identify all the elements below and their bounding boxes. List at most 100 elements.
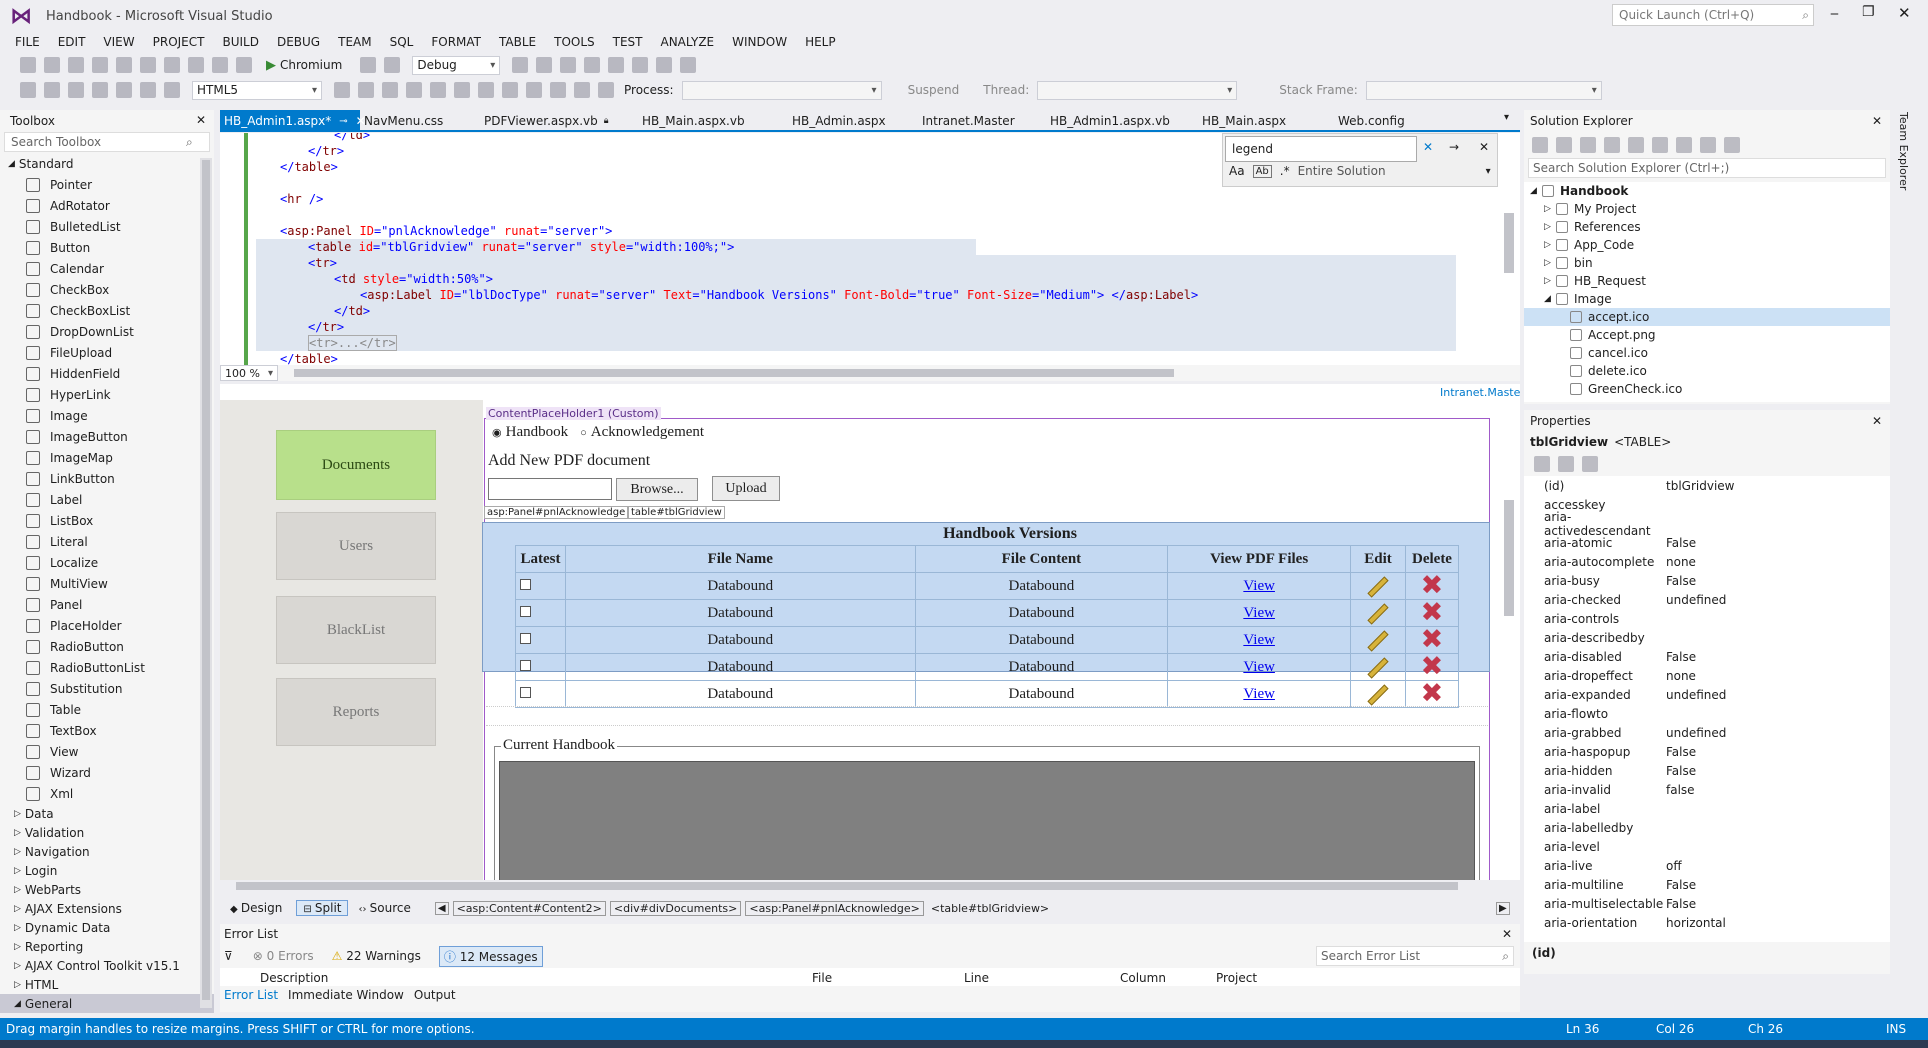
maximize-button[interactable]: ❐: [1862, 4, 1875, 20]
expand-icon[interactable]: ▷: [1544, 240, 1556, 250]
toolbox-item[interactable]: View: [0, 741, 214, 762]
col-description[interactable]: Description: [260, 971, 328, 985]
expand-icon[interactable]: ▷: [1544, 222, 1556, 232]
property-value[interactable]: False: [1666, 650, 1696, 664]
toolbox-group[interactable]: ▷ Data: [0, 804, 214, 823]
source-view-button[interactable]: ‹› Source: [358, 901, 410, 915]
categorized-icon[interactable]: [1534, 456, 1550, 472]
align10-icon[interactable]: [550, 82, 566, 98]
property-row[interactable]: aria-multiselectable False: [1524, 894, 1890, 913]
align3-icon[interactable]: [382, 82, 398, 98]
latest-checkbox[interactable]: [520, 605, 531, 617]
refresh-icon[interactable]: [1628, 137, 1644, 153]
nav-reports[interactable]: Reports: [276, 678, 436, 746]
col-column[interactable]: Column: [1120, 971, 1166, 985]
property-value[interactable]: False: [1666, 536, 1696, 550]
show-all-icon[interactable]: [1676, 137, 1692, 153]
delete-icon[interactable]: ✖: [1421, 572, 1444, 599]
stop-icon[interactable]: [360, 57, 377, 73]
toolbox-item[interactable]: MultiView: [0, 573, 214, 594]
breadcrumb-panel[interactable]: <asp:Panel#pnlAcknowledge>: [745, 900, 924, 916]
view-link[interactable]: View: [1243, 605, 1275, 621]
toolbox-group[interactable]: ◢ General: [0, 994, 214, 1013]
breadcrumb-table[interactable]: <table#tblGridview>: [928, 902, 1052, 915]
pin-icon[interactable]: [680, 57, 697, 73]
start-debug-icon[interactable]: ▶: [266, 58, 276, 73]
property-row[interactable]: aria-label: [1524, 799, 1890, 818]
redo-icon[interactable]: [236, 57, 252, 73]
bookmark-prev-icon[interactable]: [656, 57, 673, 73]
view-link[interactable]: View: [1243, 632, 1275, 648]
solution-item[interactable]: ◢ Handbook: [1524, 182, 1890, 200]
zoom-select[interactable]: 100 %: [220, 365, 278, 381]
toolbox-item[interactable]: RadioButton: [0, 636, 214, 657]
suspend-label[interactable]: Suspend: [908, 83, 960, 97]
wrench-icon[interactable]: [1582, 456, 1598, 472]
tab-hb-admin[interactable]: HB_Admin.aspx: [792, 110, 886, 132]
menu-debug[interactable]: DEBUG: [277, 35, 320, 49]
master-page-link[interactable]: Intranet.Master: [1440, 386, 1520, 399]
toolbox-item[interactable]: Panel: [0, 594, 214, 615]
solution-item[interactable]: ▷ HB_Request: [1524, 272, 1890, 290]
pencil-icon[interactable]: [1367, 656, 1389, 679]
table-tag[interactable]: table#tblGridview: [628, 506, 725, 519]
delete-icon[interactable]: ✖: [1421, 599, 1444, 626]
expand-icon[interactable]: ▷: [1544, 258, 1556, 268]
format3-icon[interactable]: [68, 82, 84, 98]
bookmark-icon[interactable]: [608, 57, 625, 73]
collapse-icon[interactable]: [1652, 137, 1668, 153]
tab-output[interactable]: Output: [414, 988, 456, 1002]
messages-filter[interactable]: ⓘ 12 Messages: [438, 945, 543, 967]
copy-icon[interactable]: [188, 57, 204, 73]
breadcrumb-div[interactable]: <div#divDocuments>: [609, 900, 742, 916]
property-row[interactable]: aria-grabbed undefined: [1524, 723, 1890, 742]
clear-find-icon[interactable]: ✕: [1423, 140, 1433, 154]
align11-icon[interactable]: [574, 82, 590, 98]
menu-tools[interactable]: TOOLS: [554, 35, 595, 49]
toolbox-item[interactable]: AdRotator: [0, 195, 214, 216]
menu-view[interactable]: VIEW: [103, 35, 134, 49]
property-row[interactable]: aria-multiline False: [1524, 875, 1890, 894]
comment-icon[interactable]: [560, 57, 577, 73]
toolbox-scrollbar[interactable]: [200, 158, 212, 1008]
back-icon[interactable]: [1532, 137, 1548, 153]
delete-icon[interactable]: ✖: [1421, 626, 1444, 653]
find-icon[interactable]: [536, 57, 553, 73]
find-input[interactable]: legend: [1225, 136, 1417, 162]
panel-tag[interactable]: asp:Panel#pnlAcknowledge: [484, 506, 629, 519]
property-value[interactable]: false: [1666, 783, 1695, 797]
view-link[interactable]: View: [1243, 659, 1275, 675]
close-icon[interactable]: ✕: [196, 113, 206, 127]
menu-test[interactable]: TEST: [613, 35, 643, 49]
property-value[interactable]: undefined: [1666, 593, 1726, 607]
forward-icon[interactable]: [44, 57, 60, 73]
property-value[interactable]: undefined: [1666, 726, 1726, 740]
solution-item[interactable]: GreenCheck.ico: [1524, 380, 1890, 398]
property-row[interactable]: aria-checked undefined: [1524, 590, 1890, 609]
solution-item[interactable]: accept.ico: [1524, 308, 1890, 326]
align6-icon[interactable]: [454, 82, 470, 98]
toolbox-group[interactable]: ▷ Dynamic Data: [0, 918, 214, 937]
design-view-button[interactable]: ◆ Design: [230, 901, 282, 915]
whole-word-icon[interactable]: Ab: [1252, 164, 1272, 178]
quick-launch[interactable]: Quick Launch (Ctrl+Q) ⌕: [1612, 4, 1814, 26]
toolbox-item[interactable]: Image: [0, 405, 214, 426]
toolbox-item[interactable]: Literal: [0, 531, 214, 552]
format6-icon[interactable]: [140, 82, 156, 98]
latest-checkbox[interactable]: [520, 632, 531, 644]
design-hscroll[interactable]: [236, 882, 1458, 890]
browser-select[interactable]: Chromium: [280, 58, 342, 72]
toolbox-group[interactable]: ▷ AJAX Extensions: [0, 899, 214, 918]
latest-checkbox[interactable]: [520, 659, 531, 671]
sync-icon[interactable]: [1604, 137, 1620, 153]
property-row[interactable]: aria-activedescendant: [1524, 510, 1890, 538]
col-line[interactable]: Line: [964, 971, 989, 985]
pencil-icon[interactable]: [1367, 683, 1389, 706]
property-row[interactable]: aria-busy False: [1524, 571, 1890, 590]
property-row[interactable]: aria-describedby: [1524, 628, 1890, 647]
design-vscrollbar[interactable]: [1504, 500, 1514, 616]
toolbox-group[interactable]: ▷ Navigation: [0, 842, 214, 861]
nav-blacklist[interactable]: BlackList: [276, 596, 436, 664]
properties-object-select[interactable]: tblGridview <TABLE>: [1524, 432, 1890, 452]
menu-table[interactable]: TABLE: [499, 35, 536, 49]
